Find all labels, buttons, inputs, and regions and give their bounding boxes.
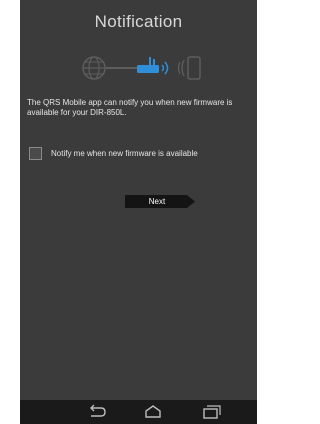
next-button-label: Next: [148, 197, 166, 206]
notify-option[interactable]: Notify me when new firmware is available: [29, 147, 198, 160]
system-navigation-bar: [20, 400, 257, 424]
mobile-phone-icon: [177, 56, 201, 80]
notification-message: The QRS Mobile app can notify you when n…: [27, 98, 233, 117]
next-button[interactable]: Next: [125, 195, 195, 208]
notify-checkbox-label[interactable]: Notify me when new firmware is available: [51, 149, 198, 158]
page-title: Notification: [94, 12, 183, 31]
back-icon[interactable]: [86, 404, 108, 420]
recent-apps-icon[interactable]: [200, 404, 222, 420]
phone-screen: Notification The QRS Mobile app can noti…: [20, 0, 257, 424]
wifi-signal-icon: [161, 61, 169, 75]
notify-checkbox[interactable]: [29, 147, 42, 160]
globe-icon: [82, 56, 106, 80]
router-icon: [137, 57, 159, 73]
home-icon[interactable]: [142, 404, 164, 420]
setup-diagram: [82, 56, 201, 80]
